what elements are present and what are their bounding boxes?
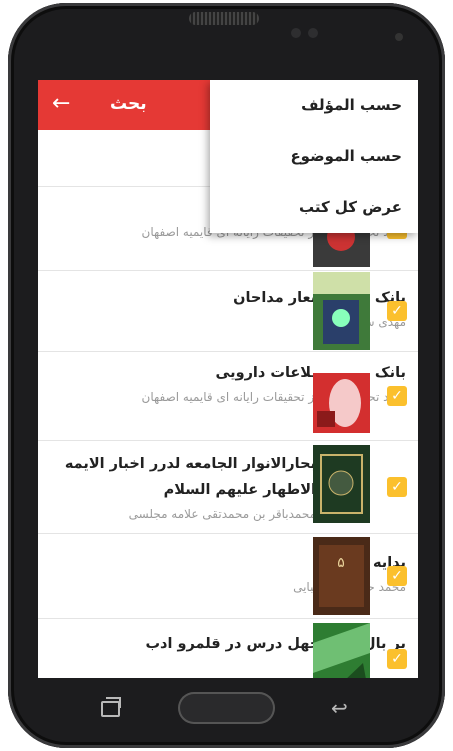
svg-text:۵: ۵ (337, 555, 345, 571)
front-camera (395, 33, 403, 41)
recent-apps-icon[interactable] (101, 697, 121, 717)
home-button[interactable] (178, 692, 275, 724)
proximity-sensor (291, 28, 301, 38)
light-sensor (308, 28, 318, 38)
list-item[interactable]: بانک جامع اشعار مداحان مهدی سروری ✓ (38, 271, 418, 352)
list-item[interactable]: بر بال قلم: چهل درس در قلمرو ادب ✓ (38, 619, 418, 678)
list-item[interactable]: بحارالانوار الجامعه لدرر اخبار الايمه ال… (38, 441, 418, 534)
list-item[interactable]: بانک جامع اطلاعات دارويی واحد تحقيقات مر… (38, 352, 418, 441)
book-cover (313, 272, 370, 350)
book-cover (313, 355, 370, 433)
list-item[interactable]: بدايه الحكمه محمد حسين طباطبايی ۵ ✓ (38, 534, 418, 619)
speaker-grille (189, 12, 259, 25)
menu-item-by-author[interactable]: حسب المؤلف (210, 80, 418, 131)
app-screen: ← بحث [ترجمه اداب المتعلمين] تهرانی بانک… (38, 80, 418, 678)
menu-item-all-books[interactable]: عرض كل كتب (210, 182, 418, 233)
book-checkbox[interactable]: ✓ (387, 301, 407, 321)
menu-item-by-subject[interactable]: حسب الموضوع (210, 131, 418, 182)
arrow-left-icon[interactable]: ← (52, 92, 70, 116)
android-nav-bar: ↩ (0, 678, 453, 748)
book-title: بحارالانوار الجامعه لدرر اخبار الايمه ال… (64, 456, 316, 498)
book-checkbox[interactable]: ✓ (387, 649, 407, 669)
book-cover (313, 623, 370, 678)
book-cover: ۵ (313, 537, 370, 615)
book-cover (313, 445, 370, 523)
book-checkbox[interactable]: ✓ (387, 386, 407, 406)
book-checkbox[interactable]: ✓ (387, 566, 407, 586)
back-icon[interactable]: ↩ (331, 698, 348, 718)
overflow-menu: حسب المؤلف حسب الموضوع عرض كل كتب (210, 80, 418, 233)
app-bar-title: بحث (110, 94, 147, 114)
book-checkbox[interactable]: ✓ (387, 477, 407, 497)
book-author: محمدباقر بن محمدتقی علامه مجلسی (128, 507, 316, 521)
